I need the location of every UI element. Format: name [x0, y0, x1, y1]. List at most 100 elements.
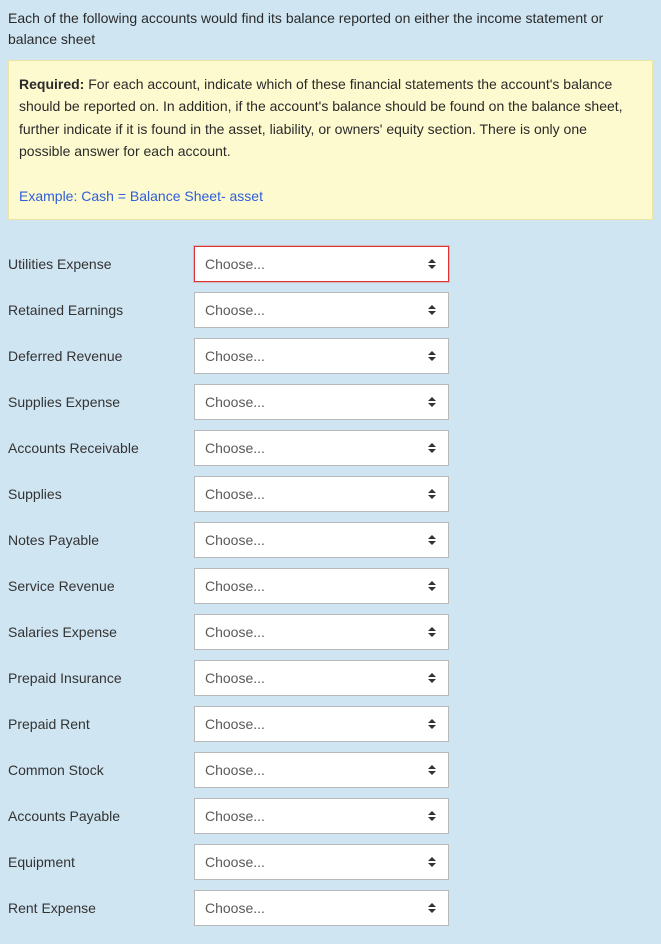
sort-arrows-icon: [428, 443, 436, 453]
account-select[interactable]: Choose...: [194, 706, 449, 742]
chevron-up-icon: [428, 305, 436, 309]
account-label: Supplies: [8, 486, 194, 502]
account-label: Notes Payable: [8, 532, 194, 548]
select-placeholder: Choose...: [205, 256, 265, 272]
chevron-down-icon: [428, 909, 436, 913]
sort-arrows-icon: [428, 673, 436, 683]
account-label: Common Stock: [8, 762, 194, 778]
account-row: Supplies Choose...: [8, 476, 653, 512]
chevron-down-icon: [428, 403, 436, 407]
account-select-wrapper: Choose...: [194, 292, 449, 328]
chevron-down-icon: [428, 541, 436, 545]
chevron-down-icon: [428, 725, 436, 729]
chevron-down-icon: [428, 357, 436, 361]
sort-arrows-icon: [428, 811, 436, 821]
account-label: Service Revenue: [8, 578, 194, 594]
select-placeholder: Choose...: [205, 900, 265, 916]
account-label: Rent Expense: [8, 900, 194, 916]
chevron-up-icon: [428, 903, 436, 907]
account-row: Accounts PayableChoose...: [8, 798, 653, 834]
sort-arrows-icon: [428, 903, 436, 913]
chevron-down-icon: [428, 495, 436, 499]
chevron-up-icon: [428, 443, 436, 447]
account-select-wrapper: Choose...: [194, 384, 449, 420]
sort-arrows-icon: [428, 489, 436, 499]
chevron-up-icon: [428, 627, 436, 631]
account-label: Equipment: [8, 854, 194, 870]
account-select[interactable]: Choose...: [194, 798, 449, 834]
account-select[interactable]: Choose...: [194, 384, 449, 420]
select-placeholder: Choose...: [205, 440, 265, 456]
select-placeholder: Choose...: [205, 578, 265, 594]
account-row: Common Stock Choose...: [8, 752, 653, 788]
chevron-down-icon: [428, 265, 436, 269]
account-row: Notes Payable Choose...: [8, 522, 653, 558]
select-placeholder: Choose...: [205, 486, 265, 502]
sort-arrows-icon: [428, 765, 436, 775]
account-select[interactable]: Choose...: [194, 844, 449, 880]
sort-arrows-icon: [428, 305, 436, 315]
select-placeholder: Choose...: [205, 302, 265, 318]
account-label: Accounts Receivable: [8, 440, 194, 456]
chevron-up-icon: [428, 719, 436, 723]
accounts-table: Utilities ExpenseChoose... Retained Earni…: [8, 246, 653, 926]
account-select[interactable]: Choose...: [194, 752, 449, 788]
chevron-up-icon: [428, 489, 436, 493]
example-link[interactable]: Example: Cash = Balance Sheet- asset: [19, 188, 263, 204]
account-row: Supplies ExpenseChoose...: [8, 384, 653, 420]
account-select-wrapper: Choose...: [194, 522, 449, 558]
chevron-down-icon: [428, 679, 436, 683]
account-row: Service Revenue Choose...: [8, 568, 653, 604]
account-select[interactable]: Choose...: [194, 430, 449, 466]
select-placeholder: Choose...: [205, 624, 265, 640]
account-select-wrapper: Choose...: [194, 476, 449, 512]
account-select-wrapper: Choose...: [194, 890, 449, 926]
account-select-wrapper: Choose...: [194, 844, 449, 880]
select-placeholder: Choose...: [205, 716, 265, 732]
account-select[interactable]: Choose...: [194, 568, 449, 604]
account-select[interactable]: Choose...: [194, 660, 449, 696]
select-placeholder: Choose...: [205, 854, 265, 870]
account-select-wrapper: Choose...: [194, 798, 449, 834]
select-placeholder: Choose...: [205, 532, 265, 548]
required-label: Required:: [19, 76, 84, 92]
account-select-wrapper: Choose...: [194, 246, 449, 282]
sort-arrows-icon: [428, 857, 436, 867]
chevron-down-icon: [428, 863, 436, 867]
account-select-wrapper: Choose...: [194, 660, 449, 696]
account-label: Salaries Expense: [8, 624, 194, 640]
account-select[interactable]: Choose...: [194, 246, 449, 282]
account-select-wrapper: Choose...: [194, 752, 449, 788]
account-select[interactable]: Choose...: [194, 338, 449, 374]
select-placeholder: Choose...: [205, 762, 265, 778]
sort-arrows-icon: [428, 719, 436, 729]
account-select[interactable]: Choose...: [194, 292, 449, 328]
sort-arrows-icon: [428, 535, 436, 545]
account-select-wrapper: Choose...: [194, 614, 449, 650]
required-box: Required: For each account, indicate whi…: [8, 60, 653, 220]
chevron-up-icon: [428, 765, 436, 769]
select-placeholder: Choose...: [205, 394, 265, 410]
chevron-down-icon: [428, 633, 436, 637]
account-row: Rent Expense Choose...: [8, 890, 653, 926]
sort-arrows-icon: [428, 627, 436, 637]
chevron-down-icon: [428, 587, 436, 591]
account-select[interactable]: Choose...: [194, 614, 449, 650]
account-select[interactable]: Choose...: [194, 890, 449, 926]
chevron-down-icon: [428, 449, 436, 453]
required-paragraph: Required: For each account, indicate whi…: [19, 73, 642, 163]
account-label: Prepaid Insurance: [8, 670, 194, 686]
chevron-up-icon: [428, 673, 436, 677]
account-row: Retained EarningsChoose...: [8, 292, 653, 328]
chevron-up-icon: [428, 397, 436, 401]
account-select[interactable]: Choose...: [194, 476, 449, 512]
account-row: Utilities ExpenseChoose...: [8, 246, 653, 282]
account-row: Salaries Expense Choose...: [8, 614, 653, 650]
account-select[interactable]: Choose...: [194, 522, 449, 558]
select-placeholder: Choose...: [205, 808, 265, 824]
chevron-up-icon: [428, 581, 436, 585]
account-row: Prepaid RentChoose...: [8, 706, 653, 742]
chevron-up-icon: [428, 351, 436, 355]
chevron-down-icon: [428, 771, 436, 775]
chevron-down-icon: [428, 311, 436, 315]
